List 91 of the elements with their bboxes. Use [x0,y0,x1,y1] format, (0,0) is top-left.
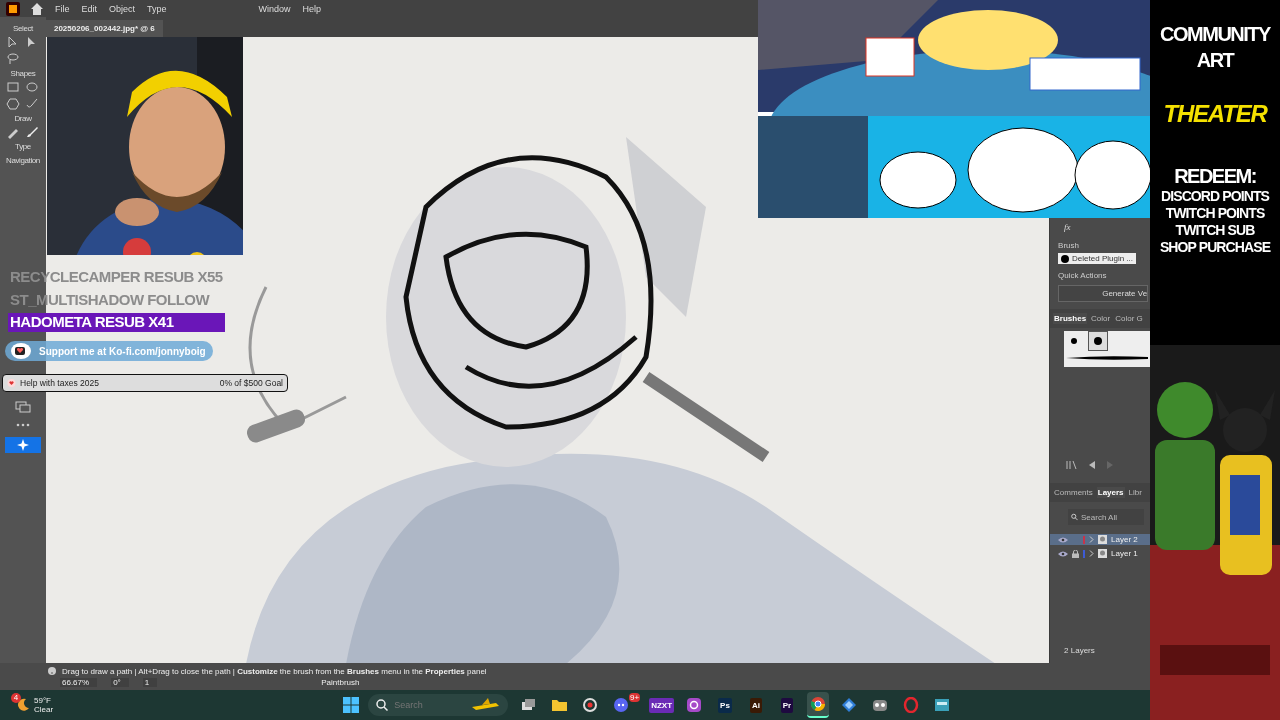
layer-count: 2 Layers [1063,646,1096,657]
panel-tab[interactable]: Libr [1127,487,1143,498]
owl-icon [872,697,888,713]
polygon-icon[interactable] [6,97,21,111]
tool-group-label: Navigation [6,156,40,165]
folder-icon [551,697,568,713]
promo-text: TWITCH SUB [1175,223,1255,237]
search-field[interactable]: Search All [1068,509,1144,525]
brush-dot-icon [1061,254,1070,263]
notification-badge: 4 [11,693,21,703]
library-icon[interactable] [1066,460,1079,470]
tool-group-label: Type [15,142,31,151]
menu-item[interactable]: Type [146,3,168,14]
layer-row[interactable]: Layer 2 [1050,534,1150,545]
panel-tab[interactable]: Color G [1114,313,1144,324]
chat-icon [613,697,630,713]
promo-text: COMMUNITY [1160,24,1270,44]
app-button[interactable]: Ps [714,693,736,717]
zoom-dropdown[interactable]: 66.67% [60,677,98,687]
promo-text: DISCORD POINTS [1161,189,1269,203]
sparkle-button[interactable] [4,437,41,453]
panel-tab[interactable]: Color [1090,313,1112,324]
tool-group-label: Select [13,24,33,33]
panel-tab[interactable]: Comments [1053,487,1094,498]
lock-icon[interactable] [1072,549,1080,558]
airplane-icon [470,697,501,713]
weather-widget[interactable]: 4 59°F Clear [0,696,54,714]
promo-text: THEATER [1163,102,1267,126]
menu-item[interactable]: Object [108,3,137,14]
camera-icon [686,697,702,713]
brush-dropdown[interactable]: Deleted Plugin ... [1058,253,1136,264]
brush-tip-icon[interactable] [1088,331,1109,351]
window-stack-icon [520,697,537,713]
ring-icon [903,697,919,713]
condition-label: Clear [34,705,54,714]
layer-thumbnail-icon [1098,549,1108,558]
menu-item[interactable]: Help [301,3,323,14]
search-input[interactable]: Search All [1081,512,1141,522]
artboard-dropdown[interactable]: 1 [142,677,158,687]
ellipse-icon[interactable] [25,80,40,94]
app-button[interactable]: Pr [776,693,798,717]
search-bar[interactable]: Search [368,694,509,716]
app-button[interactable]: 9+ [610,693,641,717]
help-icon[interactable] [48,667,56,675]
app-button[interactable]: Ai [745,693,767,717]
browser-icon [810,696,826,712]
search-input[interactable]: Search [394,700,465,710]
previous-icon[interactable] [1088,460,1097,470]
shaper-icon[interactable] [25,97,40,111]
status-hint: Drag to draw a path | Alt+Drag to close the path | Customize the brush from the Brushes menu in the Properties panel [62,666,487,676]
search-icon [376,699,389,711]
menu-item[interactable]: Window [257,3,292,14]
generate-button[interactable]: Generate Ve [1058,285,1149,302]
brush-label: Brush [1058,241,1079,250]
more-icon[interactable] [15,423,30,427]
promo-text: REDEEM: [1174,166,1256,186]
app-button[interactable] [807,692,829,718]
app-logo-icon[interactable] [6,1,20,16]
promo-text: ART [1196,50,1234,70]
current-tool-label: Paintbrush [321,677,360,687]
quick-actions-label: Quick Actions [1057,271,1108,280]
promo-text: SHOP PURCHASE [1159,240,1271,254]
layer-row[interactable]: Layer 1 [1050,548,1150,559]
screen-mode-icon[interactable] [14,401,31,413]
panel-tab[interactable]: Brushes [1053,313,1088,324]
layer-thumbnail-icon [1098,535,1108,544]
eye-icon[interactable] [1058,536,1069,543]
tool-group-label: Shapes [10,69,36,78]
temperature-label: 59°F [34,696,52,705]
promo-text: TWITCH POINTS [1165,206,1265,220]
tool-group-label: Draw [14,114,32,123]
menu-item[interactable]: File [54,3,71,14]
home-icon[interactable] [30,1,44,16]
notification-badge: 9+ [629,693,641,702]
cup-icon [11,343,33,359]
lasso-icon[interactable] [6,52,21,66]
eye-icon[interactable] [1058,550,1069,557]
document-tab[interactable]: 20250206_002442.jpg* @ 6 [45,20,163,37]
diamond-icon [841,697,857,713]
window-icon [934,697,950,713]
moon-icon [16,698,30,712]
start-icon[interactable] [343,697,360,713]
search-icon [1071,512,1078,522]
panel-tab[interactable]: Layers [1096,487,1125,498]
capture-icon [582,697,599,713]
menu-item[interactable]: Edit [80,3,99,14]
rotation-dropdown[interactable]: 0° [111,677,129,687]
effects-label[interactable]: fx [1050,222,1150,232]
brush-icon[interactable] [25,125,40,139]
sparkle-icon [16,439,29,451]
heart-icon [7,379,16,387]
